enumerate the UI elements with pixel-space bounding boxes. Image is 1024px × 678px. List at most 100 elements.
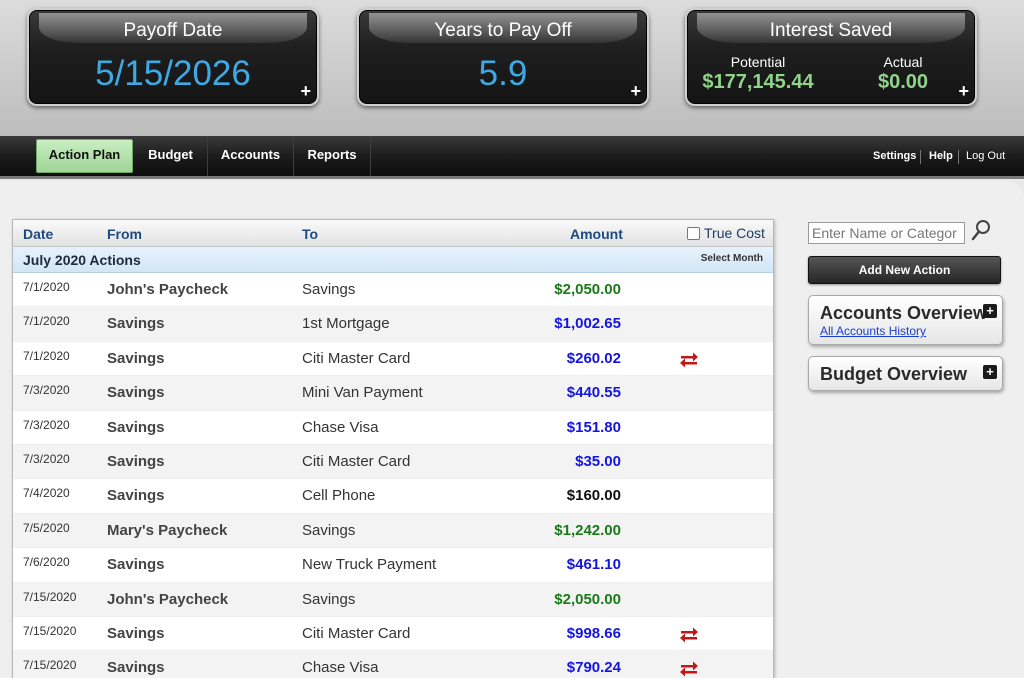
- search-input[interactable]: [808, 222, 965, 244]
- row-to: Citi Master Card: [302, 349, 411, 367]
- row-amount: $160.00: [566, 487, 621, 505]
- row-amount: $1,242.00: [554, 521, 621, 539]
- payoff-date-expand-button[interactable]: +: [300, 81, 311, 102]
- accounts-overview-title[interactable]: Accounts Overview: [820, 303, 987, 324]
- row-date: 7/3/2020: [23, 383, 70, 398]
- help-link[interactable]: Help: [929, 136, 953, 176]
- actions-table: Date From To Amount True Cost July 2020 …: [12, 219, 774, 678]
- transfer-arrows-icon[interactable]: [679, 658, 699, 678]
- table-row[interactable]: 7/1/2020 Savings 1st Mortgage $1,002.65: [13, 307, 773, 342]
- transfer-arrows-icon[interactable]: [679, 624, 699, 644]
- month-header: July 2020 Actions Select Month: [13, 247, 773, 273]
- all-accounts-history-link[interactable]: All Accounts History: [820, 324, 926, 338]
- table-row[interactable]: 7/3/2020 Savings Mini Van Payment $440.55: [13, 376, 773, 411]
- row-amount: $260.02: [566, 349, 621, 367]
- header-from[interactable]: From: [107, 226, 142, 242]
- row-amount: $35.00: [575, 452, 621, 470]
- row-amount: $1,002.65: [554, 315, 621, 333]
- row-to: Chase Visa: [302, 659, 379, 677]
- row-date: 7/5/2020: [23, 520, 70, 535]
- row-to: Mini Van Payment: [302, 384, 423, 402]
- tab-reports[interactable]: Reports: [294, 136, 371, 176]
- years-to-pay-off-title: Years to Pay Off: [434, 20, 572, 41]
- table-row[interactable]: 7/3/2020 Savings Chase Visa $151.80: [13, 411, 773, 445]
- select-month-link[interactable]: Select Month: [701, 253, 763, 264]
- interest-potential-label: Potential: [730, 54, 786, 70]
- tab-budget[interactable]: Budget: [134, 136, 208, 176]
- tab-accounts[interactable]: Accounts: [208, 136, 294, 176]
- header-date[interactable]: Date: [23, 226, 53, 242]
- row-date: 7/15/2020: [23, 658, 77, 673]
- table-row[interactable]: 7/5/2020 Mary's Paycheck Savings $1,242.00: [13, 513, 773, 549]
- true-cost-checkbox[interactable]: True Cost: [687, 225, 765, 241]
- content-area: Date From To Amount True Cost July 2020 …: [0, 181, 1024, 678]
- row-date: 7/1/2020: [23, 348, 70, 363]
- row-amount: $461.10: [566, 556, 621, 574]
- budget-overview-title[interactable]: Budget Overview: [820, 364, 967, 385]
- row-amount: $790.24: [566, 659, 621, 677]
- row-to: Savings: [302, 281, 356, 298]
- row-from: Savings: [107, 452, 165, 470]
- years-to-pay-off-value: 5.9: [478, 54, 528, 93]
- row-to: Citi Master Card: [302, 452, 411, 470]
- accounts-overview-expand-icon[interactable]: +: [983, 304, 997, 318]
- header-amount[interactable]: Amount: [570, 226, 623, 242]
- row-to: Citi Master Card: [302, 624, 411, 642]
- row-from: Savings: [107, 349, 165, 367]
- table-body: 7/1/2020 John's Paycheck Savings $2,050.00 7…: [13, 273, 773, 678]
- table-row[interactable]: 7/4/2020 Savings Cell Phone $160.00: [13, 479, 773, 514]
- true-cost-label: True Cost: [704, 225, 765, 241]
- years-to-pay-off-expand-button[interactable]: +: [630, 81, 641, 102]
- interest-actual: Actual $0.00: [833, 54, 973, 94]
- table-row[interactable]: 7/15/2020 Savings Citi Master Card $998.66: [13, 617, 773, 652]
- transfer-arrows-icon[interactable]: [679, 349, 699, 369]
- interest-actual-value: $0.00: [877, 71, 929, 93]
- row-amount: $440.55: [566, 384, 621, 402]
- interest-saved-expand-button[interactable]: +: [958, 81, 969, 102]
- row-from: Savings: [107, 384, 165, 402]
- budget-overview-expand-icon[interactable]: +: [983, 365, 997, 379]
- row-date: 7/6/2020: [23, 555, 70, 570]
- years-to-pay-off-card: Years to Pay Off 5.9 +: [357, 8, 649, 106]
- search-icon[interactable]: [970, 219, 992, 243]
- checkbox-box[interactable]: [687, 227, 700, 240]
- row-from: Savings: [107, 315, 165, 333]
- logout-link[interactable]: Log Out: [966, 136, 1005, 176]
- interest-saved-card: Interest Saved Potential $177,145.44 Act…: [685, 8, 977, 106]
- settings-link[interactable]: Settings: [873, 136, 916, 176]
- payoff-date-card: Payoff Date 5/15/2026 +: [27, 8, 319, 106]
- interest-potential-value: $177,145.44: [702, 71, 814, 93]
- accounts-overview-panel: Accounts Overview + All Accounts History: [808, 295, 1003, 345]
- add-new-action-button[interactable]: Add New Action: [808, 256, 1001, 284]
- table-row[interactable]: 7/6/2020 Savings New Truck Payment $461.10: [13, 548, 773, 583]
- row-date: 7/1/2020: [23, 314, 70, 329]
- row-to: 1st Mortgage: [302, 315, 390, 333]
- row-from: Savings: [107, 624, 165, 642]
- payoff-date-title: Payoff Date: [123, 20, 223, 41]
- interest-potential: Potential $177,145.44: [688, 54, 828, 94]
- row-amount: $2,050.00: [554, 590, 621, 608]
- table-header: Date From To Amount True Cost: [13, 220, 773, 247]
- interest-actual-label: Actual: [883, 54, 923, 70]
- summary-panel: Payoff Date 5/15/2026 + Years to Pay Off…: [0, 0, 1024, 136]
- row-amount: $2,050.00: [554, 281, 621, 298]
- row-to: New Truck Payment: [302, 556, 437, 574]
- interest-saved-title: Interest Saved: [769, 20, 893, 41]
- table-row[interactable]: 7/15/2020 John's Paycheck Savings $2,050.00: [13, 582, 773, 617]
- row-from: John's Paycheck: [107, 281, 229, 298]
- header-to[interactable]: To: [302, 226, 318, 242]
- row-to: Chase Visa: [302, 418, 379, 436]
- row-amount: $998.66: [566, 624, 621, 642]
- budget-overview-panel: Budget Overview +: [808, 356, 1003, 391]
- row-amount: $151.80: [566, 418, 621, 436]
- row-from: Savings: [107, 418, 165, 436]
- table-row[interactable]: 7/1/2020 John's Paycheck Savings $2,050.00: [13, 273, 773, 308]
- table-row[interactable]: 7/15/2020 Savings Chase Visa $790.24: [13, 651, 773, 678]
- row-date: 7/15/2020: [23, 589, 77, 604]
- table-row[interactable]: 7/3/2020 Savings Citi Master Card $35.00: [13, 444, 773, 480]
- table-row[interactable]: 7/1/2020 Savings Citi Master Card $260.02: [13, 342, 773, 377]
- row-from: Savings: [107, 659, 165, 677]
- month-title: July 2020 Actions: [23, 252, 141, 268]
- tab-action-plan[interactable]: Action Plan: [36, 139, 133, 173]
- row-date: 7/4/2020: [23, 486, 70, 501]
